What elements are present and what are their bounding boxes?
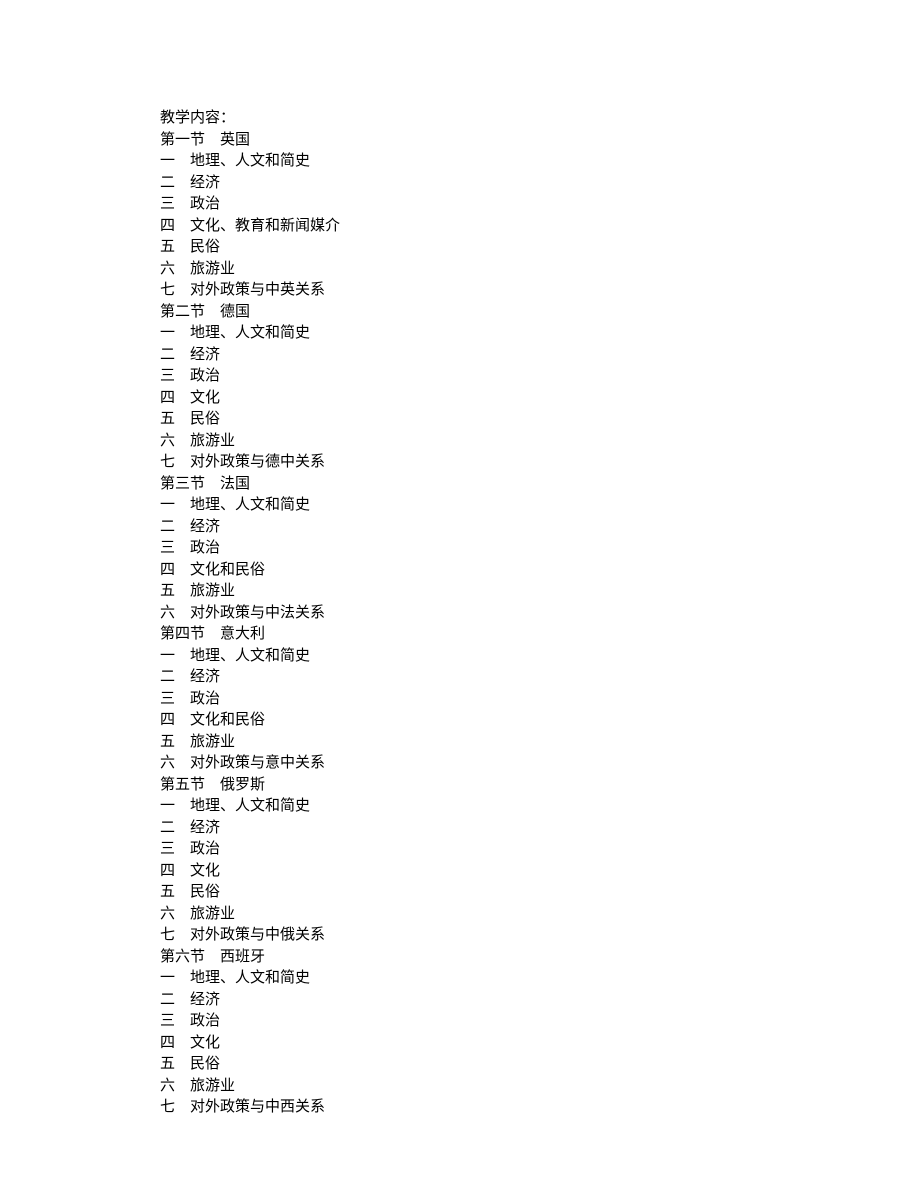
section-title: 第三节 法国 [160,474,760,496]
section-title: 第四节 意大利 [160,624,760,646]
list-item: 四 文化和民俗 [160,710,760,732]
list-item: 一 地理、人文和简史 [160,796,760,818]
list-item: 三 政治 [160,538,760,560]
list-item: 六 旅游业 [160,1076,760,1098]
list-item: 二 经济 [160,818,760,840]
section-title: 第六节 西班牙 [160,947,760,969]
list-item: 七 对外政策与中西关系 [160,1097,760,1119]
list-item: 六 旅游业 [160,904,760,926]
list-item: 二 经济 [160,517,760,539]
list-item: 三 政治 [160,1011,760,1033]
list-item: 六 对外政策与中法关系 [160,603,760,625]
list-item: 五 旅游业 [160,732,760,754]
list-item: 七 对外政策与中俄关系 [160,925,760,947]
list-item: 一 地理、人文和简史 [160,646,760,668]
list-item: 三 政治 [160,839,760,861]
list-item: 二 经济 [160,667,760,689]
list-item: 二 经济 [160,990,760,1012]
list-item: 四 文化和民俗 [160,560,760,582]
list-item: 七 对外政策与中英关系 [160,280,760,302]
list-item: 五 民俗 [160,409,760,431]
list-item: 一 地理、人文和简史 [160,968,760,990]
list-item: 六 旅游业 [160,259,760,281]
list-item: 六 旅游业 [160,431,760,453]
list-item: 七 对外政策与德中关系 [160,452,760,474]
header-line: 教学内容： [160,108,760,130]
list-item: 六 对外政策与意中关系 [160,753,760,775]
list-item: 五 民俗 [160,1054,760,1076]
list-item: 二 经济 [160,173,760,195]
list-item: 四 文化 [160,1033,760,1055]
list-item: 一 地理、人文和简史 [160,151,760,173]
list-item: 五 民俗 [160,237,760,259]
list-item: 五 民俗 [160,882,760,904]
section-title: 第五节 俄罗斯 [160,775,760,797]
list-item: 一 地理、人文和简史 [160,323,760,345]
list-item: 二 经济 [160,345,760,367]
list-item: 五 旅游业 [160,581,760,603]
list-item: 一 地理、人文和简史 [160,495,760,517]
section-title: 第一节 英国 [160,130,760,152]
list-item: 三 政治 [160,689,760,711]
list-item: 四 文化 [160,388,760,410]
list-item: 三 政治 [160,366,760,388]
list-item: 四 文化 [160,861,760,883]
list-item: 三 政治 [160,194,760,216]
section-title: 第二节 德国 [160,302,760,324]
list-item: 四 文化、教育和新闻媒介 [160,216,760,238]
